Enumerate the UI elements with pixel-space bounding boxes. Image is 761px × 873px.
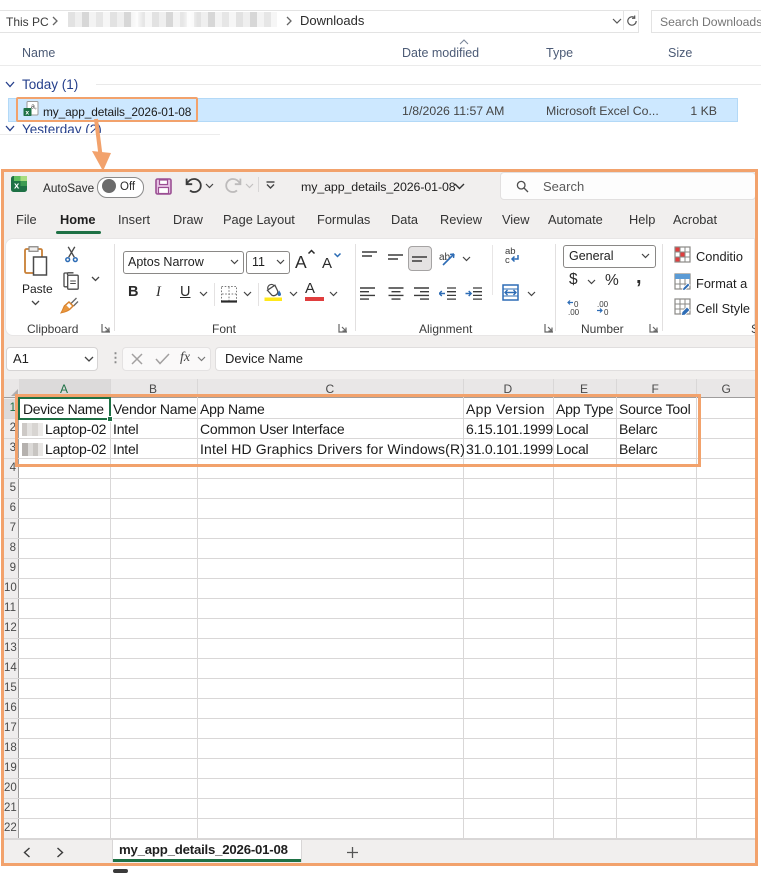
svg-text:.00: .00 bbox=[568, 308, 580, 316]
svg-text:x: x bbox=[14, 181, 20, 192]
svg-text:A: A bbox=[295, 252, 307, 271]
svg-text:0: 0 bbox=[604, 308, 609, 316]
svg-text:c: c bbox=[505, 255, 510, 266]
svg-text:ab: ab bbox=[439, 252, 451, 263]
svg-text:A: A bbox=[322, 255, 332, 271]
